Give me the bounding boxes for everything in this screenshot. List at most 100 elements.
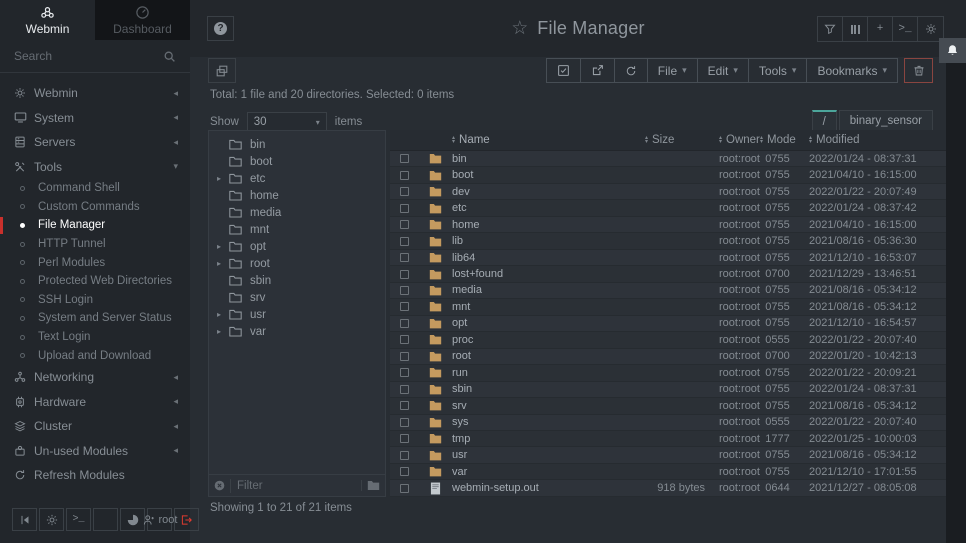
- tree-item-mnt[interactable]: mnt: [209, 221, 385, 238]
- file-row-media[interactable]: mediaroot:root07552021/08/16 - 05:34:12: [390, 283, 946, 299]
- file-name[interactable]: lib: [452, 235, 645, 247]
- tab-dashboard[interactable]: Dashboard: [95, 0, 190, 40]
- file-row-sbin[interactable]: sbinroot:root07552022/01/24 - 08:37:31: [390, 382, 946, 398]
- file-row-bin[interactable]: binroot:root07552022/01/24 - 08:37:31: [390, 151, 946, 167]
- tree-item-root[interactable]: ▸root: [209, 255, 385, 272]
- column-header-size[interactable]: ▴▾Size: [645, 134, 705, 146]
- sidebar-item-system[interactable]: System◂: [0, 106, 190, 131]
- column-header-mode[interactable]: ▴▾Mode: [760, 134, 795, 146]
- shell-shortcut-button[interactable]: >_: [66, 508, 91, 531]
- file-row-tmp[interactable]: tmproot:root17772022/01/25 - 10:00:03: [390, 431, 946, 447]
- row-checkbox[interactable]: [400, 352, 409, 361]
- row-checkbox[interactable]: [400, 154, 409, 163]
- columns-button[interactable]: [843, 17, 868, 41]
- file-name[interactable]: boot: [452, 169, 645, 181]
- row-checkbox[interactable]: [400, 286, 409, 295]
- sidebar-item-perl-modules[interactable]: Perl Modules: [0, 253, 190, 272]
- file-row-root[interactable]: rootroot:root07002022/01/20 - 10:42:13: [390, 349, 946, 365]
- menu-edit-button[interactable]: Edit▾: [698, 59, 749, 82]
- logout-button[interactable]: [174, 508, 199, 531]
- tree-filter-input[interactable]: Filter: [230, 479, 356, 493]
- file-name[interactable]: lost+found: [452, 268, 645, 280]
- expand-caret-icon[interactable]: ▸: [217, 327, 229, 336]
- row-checkbox[interactable]: [400, 484, 409, 493]
- row-checkbox[interactable]: [400, 368, 409, 377]
- tree-item-srv[interactable]: srv: [209, 289, 385, 306]
- sidebar-item-hardware[interactable]: Hardware◂: [0, 389, 190, 414]
- select-all-button[interactable]: [547, 59, 581, 82]
- page-size-select[interactable]: 30 ▾: [247, 112, 327, 132]
- expand-caret-icon[interactable]: ▸: [217, 310, 229, 319]
- sidebar-item-command-shell[interactable]: Command Shell: [0, 179, 190, 198]
- row-checkbox[interactable]: [400, 237, 409, 246]
- sidebar-item-custom-commands[interactable]: Custom Commands: [0, 198, 190, 217]
- favorite-star-icon[interactable]: ☆: [511, 17, 528, 40]
- file-name[interactable]: mnt: [452, 301, 645, 313]
- menu-tools-button[interactable]: Tools▾: [749, 59, 808, 82]
- row-checkbox[interactable]: [400, 401, 409, 410]
- menu-file-button[interactable]: File▾: [648, 59, 698, 82]
- file-name[interactable]: etc: [452, 202, 645, 214]
- sidebar-item-cluster[interactable]: Cluster◂: [0, 414, 190, 439]
- file-row-webmin-setup-out[interactable]: webmin-setup.out918 bytesroot:root064420…: [390, 480, 946, 496]
- row-checkbox[interactable]: [400, 319, 409, 328]
- file-row-usr[interactable]: usrroot:root07552021/08/16 - 05:34:12: [390, 447, 946, 463]
- file-row-lib64[interactable]: lib64root:root07552021/12/10 - 16:53:07: [390, 250, 946, 266]
- sidebar-item-networking[interactable]: Networking◂: [0, 365, 190, 390]
- breadcrumb-root[interactable]: /: [812, 110, 837, 132]
- tree-item-boot[interactable]: boot: [209, 153, 385, 170]
- expand-caret-icon[interactable]: ▸: [217, 174, 229, 183]
- file-row-dev[interactable]: devroot:root07552022/01/22 - 20:07:49: [390, 184, 946, 200]
- notifications-tab[interactable]: [939, 38, 966, 63]
- tree-item-bin[interactable]: bin: [209, 136, 385, 153]
- column-header-owner[interactable]: ▴▾Owner: [705, 134, 760, 146]
- file-row-var[interactable]: varroot:root07552021/12/10 - 17:01:55: [390, 464, 946, 480]
- file-name[interactable]: var: [452, 466, 645, 478]
- file-name[interactable]: run: [452, 367, 645, 379]
- file-row-etc[interactable]: etcroot:root07552022/01/24 - 08:37:42: [390, 200, 946, 216]
- file-row-srv[interactable]: srvroot:root07552021/08/16 - 05:34:12: [390, 398, 946, 414]
- current-user-button[interactable]: root: [147, 508, 172, 531]
- file-name[interactable]: opt: [452, 317, 645, 329]
- share-button[interactable]: [581, 59, 615, 82]
- filter-button[interactable]: [818, 17, 843, 41]
- row-checkbox[interactable]: [400, 171, 409, 180]
- file-row-mnt[interactable]: mntroot:root07552021/08/16 - 05:34:12: [390, 299, 946, 315]
- sidebar-item-http-tunnel[interactable]: HTTP Tunnel: [0, 235, 190, 254]
- tree-item-sbin[interactable]: sbin: [209, 272, 385, 289]
- tree-item-usr[interactable]: ▸usr: [209, 306, 385, 323]
- copy-button[interactable]: [208, 58, 236, 83]
- file-row-run[interactable]: runroot:root07552022/01/22 - 20:09:21: [390, 365, 946, 381]
- row-checkbox[interactable]: [400, 451, 409, 460]
- row-checkbox[interactable]: [400, 418, 409, 427]
- file-name[interactable]: sbin: [452, 383, 645, 395]
- sidebar-item-text-login[interactable]: Text Login: [0, 328, 190, 347]
- file-name[interactable]: lib64: [452, 252, 645, 264]
- row-checkbox[interactable]: [400, 385, 409, 394]
- sidebar-item-tools[interactable]: Tools▾: [0, 155, 190, 180]
- sidebar-item-webmin[interactable]: Webmin◂: [0, 81, 190, 106]
- trash-button[interactable]: [904, 58, 933, 83]
- file-name[interactable]: tmp: [452, 433, 645, 445]
- sidebar-item-servers[interactable]: Servers◂: [0, 130, 190, 155]
- new-button[interactable]: +: [868, 17, 893, 41]
- row-checkbox[interactable]: [400, 204, 409, 213]
- row-checkbox[interactable]: [400, 335, 409, 344]
- file-row-lost-found[interactable]: lost+foundroot:root07002021/12/29 - 13:4…: [390, 266, 946, 282]
- row-checkbox[interactable]: [400, 253, 409, 262]
- row-checkbox[interactable]: [400, 467, 409, 476]
- file-name[interactable]: webmin-setup.out: [452, 482, 645, 494]
- tree-item-var[interactable]: ▸var: [209, 323, 385, 340]
- file-name[interactable]: root: [452, 350, 645, 362]
- clear-filter-icon[interactable]: [214, 480, 225, 491]
- shell-button[interactable]: >_: [893, 17, 918, 41]
- breadcrumb-current[interactable]: binary_sensor: [839, 110, 933, 132]
- column-header-name[interactable]: ▴▾Name: [452, 134, 645, 146]
- row-checkbox[interactable]: [400, 302, 409, 311]
- tree-item-opt[interactable]: ▸opt: [209, 238, 385, 255]
- file-name[interactable]: media: [452, 284, 645, 296]
- file-name[interactable]: srv: [452, 400, 645, 412]
- theme-toggle-button[interactable]: [39, 508, 64, 531]
- folder-select-icon[interactable]: [361, 480, 380, 491]
- favorites-button[interactable]: [93, 508, 118, 531]
